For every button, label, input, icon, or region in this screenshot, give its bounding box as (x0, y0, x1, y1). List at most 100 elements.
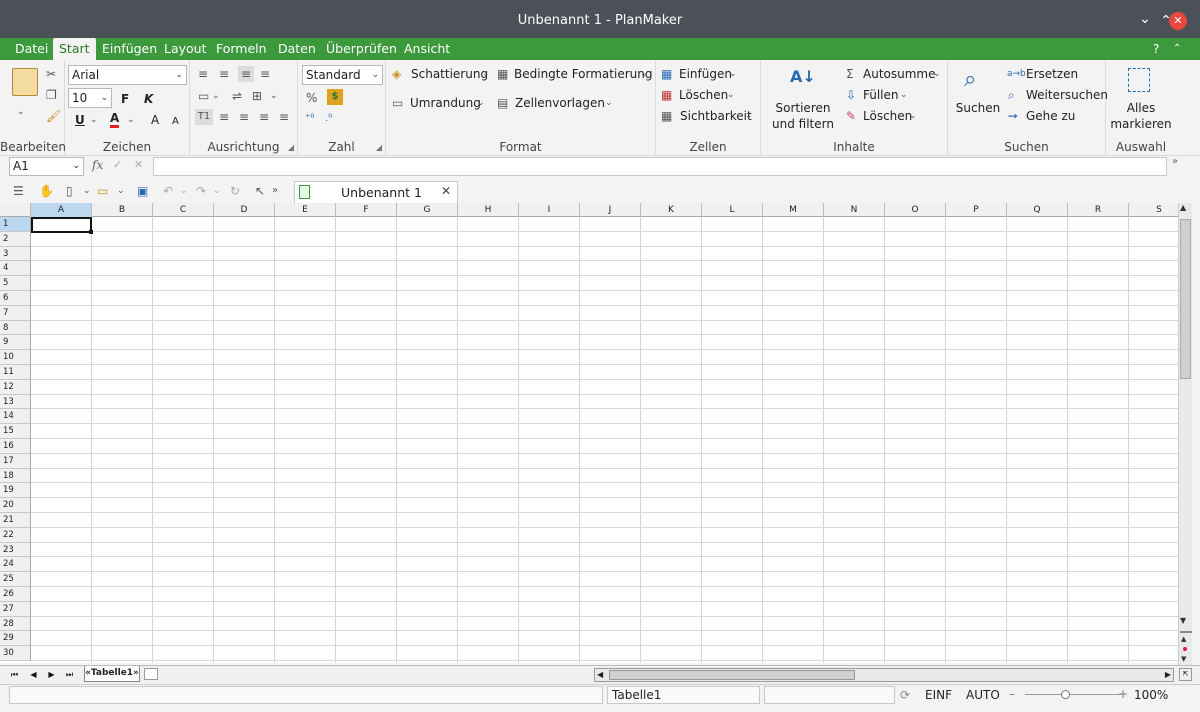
select-all-icon[interactable] (1128, 68, 1150, 92)
format-painter-icon[interactable]: 🖌 (46, 108, 61, 124)
cell-styles-button[interactable]: Zellenvorlagen (515, 95, 605, 111)
row-header[interactable]: 11 (0, 365, 30, 380)
cut-icon[interactable]: ✂ (46, 66, 56, 82)
column-header[interactable]: L (702, 203, 763, 217)
previous-page-icon[interactable]: ▲ (1181, 635, 1186, 643)
row-header[interactable]: 30 (0, 646, 30, 661)
insert-cells-button[interactable]: Einfügen (679, 66, 732, 82)
row-header[interactable]: 4 (0, 261, 30, 277)
row-header[interactable]: 22 (0, 528, 30, 543)
row-header[interactable]: 15 (0, 424, 30, 439)
next-sheet-icon[interactable]: ▶ (44, 668, 59, 681)
horizontal-scroll-thumb[interactable] (609, 670, 855, 680)
row-header[interactable]: 8 (0, 321, 30, 336)
zoom-slider-thumb[interactable] (1061, 690, 1070, 699)
column-header[interactable]: J (580, 203, 641, 217)
increase-decimal-icon[interactable]: ⁺⁰ (305, 111, 314, 127)
tab-ueberpruefen[interactable]: Überprüfen (320, 38, 403, 60)
split-handle[interactable] (1180, 631, 1192, 633)
more-tools-icon[interactable]: » (272, 183, 278, 199)
align-left-icon[interactable]: ≡ (219, 109, 229, 125)
sheet-tab[interactable]: «Tabelle1» (84, 666, 140, 682)
active-cell[interactable] (31, 217, 93, 234)
row-header[interactable]: 7 (0, 306, 30, 321)
chevron-down-icon[interactable]: ⌄ (117, 183, 125, 199)
tab-daten[interactable]: Daten (272, 38, 322, 60)
sort-filter-label-1[interactable]: Sortieren (765, 100, 841, 116)
next-page-icon[interactable]: ▼ (1181, 655, 1186, 663)
expand-formula-icon[interactable]: » (1172, 156, 1178, 167)
align-top-icon[interactable]: ≡ (198, 66, 208, 82)
close-icon[interactable]: ✕ (1169, 12, 1187, 30)
column-header[interactable]: H (458, 203, 519, 217)
row-header[interactable]: 13 (0, 395, 30, 410)
find-next-button[interactable]: Weitersuchen (1026, 87, 1108, 103)
tab-formeln[interactable]: Formeln (210, 38, 273, 60)
row-header[interactable]: 18 (0, 469, 30, 484)
scroll-right-icon[interactable]: ▶ (1165, 669, 1171, 681)
menu-icon[interactable]: ☰ (13, 183, 24, 199)
document-tab[interactable]: Unbenannt 1 ✕ (294, 181, 458, 203)
formula-input[interactable] (153, 157, 1167, 176)
zoom-out-button[interactable]: – (1009, 687, 1015, 701)
chevron-down-icon[interactable]: ⌄ (83, 183, 91, 199)
previous-sheet-icon[interactable]: ◀ (26, 668, 41, 681)
chevron-down-icon[interactable]: ⌄ (933, 66, 941, 82)
chevron-down-icon[interactable]: ⌄ (180, 183, 188, 199)
resize-grip-icon[interactable] (1181, 691, 1189, 699)
new-document-icon[interactable]: ▯ (66, 183, 73, 199)
goto-button[interactable]: Gehe zu (1026, 108, 1075, 124)
align-middle-icon[interactable]: ≡ (219, 66, 229, 82)
calc-mode-indicator[interactable]: AUTO (966, 687, 1000, 703)
chevron-down-icon[interactable]: ⌄ (477, 95, 485, 111)
font-color-dropdown-icon[interactable]: ⌄ (127, 112, 135, 128)
replace-button[interactable]: Ersetzen (1026, 66, 1078, 82)
row-header[interactable]: 2 (0, 232, 30, 247)
minimize-icon[interactable]: ⌄ (1136, 10, 1154, 28)
row-header[interactable]: 19 (0, 483, 30, 499)
select-all-label-1[interactable]: Alles (1106, 100, 1176, 116)
row-header[interactable]: 17 (0, 454, 30, 469)
dialog-launcher-icon[interactable]: ◢ (288, 143, 294, 152)
first-sheet-icon[interactable]: ⏮ (7, 668, 22, 681)
column-header[interactable]: O (885, 203, 946, 217)
column-header[interactable]: F (336, 203, 397, 217)
fill-button[interactable]: Füllen (863, 87, 899, 103)
sort-filter-icon[interactable]: A↓ (790, 68, 816, 86)
repeat-icon[interactable]: ↻ (230, 183, 240, 199)
visibility-button[interactable]: Sichtbarkeit (680, 108, 752, 124)
vertical-scrollbar[interactable]: ▲ ▼ ▲ ▼ (1178, 203, 1192, 665)
resize-corner-icon[interactable]: ⇱ (1179, 668, 1192, 681)
help-icon[interactable]: ? (1153, 38, 1159, 60)
row-header[interactable]: 28 (0, 617, 30, 632)
font-size-select[interactable]: 10 ⌄ (68, 88, 112, 108)
align-justify-icon[interactable]: ≡ (279, 109, 289, 125)
row-header[interactable]: 5 (0, 276, 30, 291)
zoom-slider[interactable] (1025, 694, 1121, 695)
find-button[interactable]: Suchen (952, 100, 1004, 116)
row-header[interactable]: 6 (0, 291, 30, 306)
last-sheet-icon[interactable]: ⏭ (62, 668, 77, 681)
text-rotate-icon[interactable]: T1 (195, 109, 213, 125)
row-header[interactable]: 27 (0, 602, 30, 617)
cell-border-icon[interactable]: ▭ (198, 88, 209, 104)
chevron-down-icon[interactable]: ⌄ (729, 66, 737, 82)
refresh-icon[interactable]: ⟳ (900, 687, 910, 703)
insert-mode-indicator[interactable]: EINF (925, 687, 952, 703)
column-header[interactable]: C (153, 203, 214, 217)
row-header[interactable]: 10 (0, 350, 30, 365)
font-name-select[interactable]: Arial ⌄ (68, 65, 187, 85)
autosum-button[interactable]: Autosumme (863, 66, 935, 82)
shading-button[interactable]: Schattierung (411, 66, 488, 82)
cancel-icon[interactable]: ✕ (134, 158, 143, 171)
wrap-text-icon[interactable]: ⇌ (232, 88, 242, 104)
close-icon[interactable]: ✕ (441, 184, 451, 198)
row-header[interactable]: 3 (0, 247, 30, 262)
dialog-launcher-icon[interactable]: ◢ (376, 143, 382, 152)
column-header[interactable]: M (763, 203, 824, 217)
chevron-down-icon[interactable]: ⌄ (900, 87, 908, 103)
row-header[interactable]: 29 (0, 631, 30, 647)
select-all-corner[interactable] (0, 203, 31, 217)
grow-font-button[interactable]: A (151, 112, 159, 128)
conditional-format-button[interactable]: Bedingte Formatierung (514, 66, 652, 82)
